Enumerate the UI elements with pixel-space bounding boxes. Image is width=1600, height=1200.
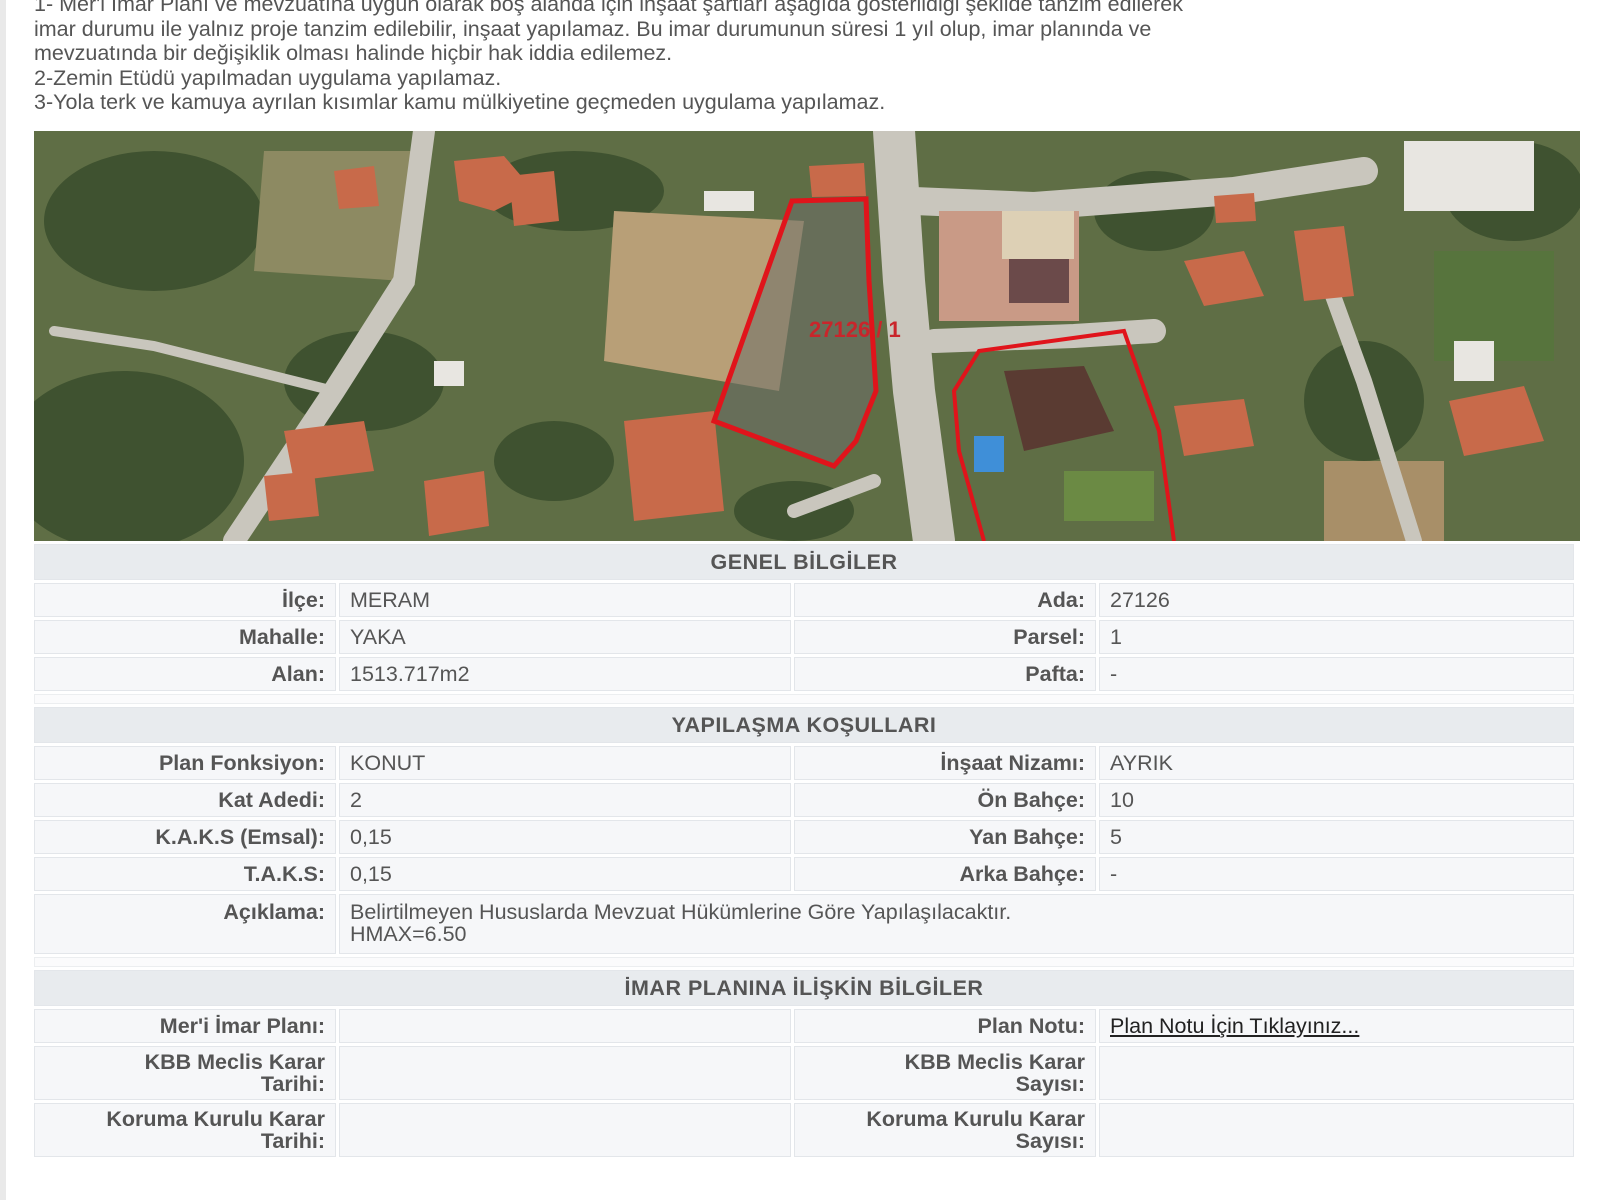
kbb-meclis-karar-tarihi-value (339, 1046, 791, 1100)
section-divider (34, 957, 1574, 967)
plan-fonksiyon-label: Plan Fonksiyon: (34, 746, 336, 780)
parsel-label: Parsel: (794, 620, 1096, 654)
koruma-kurulu-karar-tarihi-label: Koruma Kurulu Karar Tarihi: (34, 1103, 336, 1157)
table-row: Alan: 1513.717m2 Pafta: - (34, 657, 1574, 691)
section-title-genel: GENEL BİLGİLER (34, 544, 1574, 580)
label-line: Koruma Kurulu Karar (866, 1107, 1085, 1131)
playground (939, 211, 1079, 321)
koruma-kurulu-karar-sayisi-value (1099, 1103, 1574, 1157)
meri-imar-plani-value (339, 1009, 791, 1043)
table-row: Koruma Kurulu Karar Tarihi: Koruma Kurulu… (34, 1103, 1574, 1157)
table-row: Açıklama: Belirtilmeyen Hususlarda Mevzu… (34, 894, 1574, 954)
table-row: Kat Adedi: 2 Ön Bahçe: 10 (34, 783, 1574, 817)
section-title-imar: İMAR PLANINA İLİŞKİN BİLGİLER (34, 970, 1574, 1006)
imar-info-panel: GENEL BİLGİLER İlçe: MERAM Ada: 27126 Ma… (34, 541, 1580, 1160)
table-row: Mer'i İmar Planı: Plan Notu: Plan Notu İ… (34, 1009, 1574, 1043)
alan-value: 1513.717m2 (339, 657, 791, 691)
alan-label: Alan: (34, 657, 336, 691)
mahalle-label: Mahalle: (34, 620, 336, 654)
arka-bahce-value: - (1099, 857, 1574, 891)
section-divider (34, 694, 1574, 704)
kbb-meclis-karar-sayisi-label: KBB Meclis Karar Sayısı: (794, 1046, 1096, 1100)
label-line: Sayısı: (1015, 1072, 1085, 1096)
ada-label: Ada: (794, 583, 1096, 617)
ilce-value: MERAM (339, 583, 791, 617)
ilce-label: İlçe: (34, 583, 336, 617)
label-line: KBB Meclis Karar (904, 1050, 1085, 1074)
note-line-4: 2-Zemin Etüdü yapılmadan uygulama yapıla… (34, 65, 502, 90)
on-bahce-value: 10 (1099, 783, 1574, 817)
koruma-kurulu-karar-sayisi-label: Koruma Kurulu Karar Sayısı: (794, 1103, 1096, 1157)
taks-label: T.A.K.S: (34, 857, 336, 891)
pafta-value: - (1099, 657, 1574, 691)
aciklama-line-2: HMAX=6.50 (350, 922, 467, 946)
label-line: Koruma Kurulu Karar (106, 1107, 325, 1131)
plan-notu-label: Plan Notu: (794, 1009, 1096, 1043)
parsel-value: 1 (1099, 620, 1574, 654)
label-line: Tarihi: (260, 1129, 325, 1153)
satellite-map[interactable]: 27126 / 1 (34, 131, 1580, 541)
table-row: Plan Fonksiyon: KONUT İnşaat Nizamı: AYR… (34, 746, 1574, 780)
map-canvas: 27126 / 1 (34, 131, 1580, 541)
plan-notu-link[interactable]: Plan Notu İçin Tıklayınız... (1110, 1014, 1359, 1038)
pafta-label: Pafta: (794, 657, 1096, 691)
kaks-label: K.A.K.S (Emsal): (34, 820, 336, 854)
taks-value: 0,15 (339, 857, 791, 891)
table-row: KBB Meclis Karar Tarihi: KBB Meclis Karar… (34, 1046, 1574, 1100)
label-line: KBB Meclis Karar (144, 1050, 325, 1074)
yan-bahce-label: Yan Bahçe: (794, 820, 1096, 854)
mahalle-value: YAKA (339, 620, 791, 654)
table-row: T.A.K.S: 0,15 Arka Bahçe: - (34, 857, 1574, 891)
parcel-label: 27126 / 1 (809, 317, 901, 342)
kbb-meclis-karar-tarihi-label: KBB Meclis Karar Tarihi: (34, 1046, 336, 1100)
ada-value: 27126 (1099, 583, 1574, 617)
insaat-nizami-label: İnşaat Nizamı: (794, 746, 1096, 780)
kat-adedi-value: 2 (339, 783, 791, 817)
label-line: Sayısı: (1015, 1129, 1085, 1153)
plan-notu-cell: Plan Notu İçin Tıklayınız... (1099, 1009, 1574, 1043)
aciklama-line-1: Belirtilmeyen Hususlarda Mevzuat Hükümle… (350, 900, 1012, 924)
info-table: GENEL BİLGİLER İlçe: MERAM Ada: 27126 Ma… (31, 541, 1577, 1160)
note-line-2: imar durumu ile yalnız proje tanzim edil… (34, 16, 1152, 41)
imar-notes: 1- Mer'i İmar Planı ve mevzuatına uygun … (34, 0, 1564, 115)
kbb-meclis-karar-sayisi-value (1099, 1046, 1574, 1100)
arka-bahce-label: Arka Bahçe: (794, 857, 1096, 891)
section-title-yapilasma: YAPILAŞMA KOŞULLARI (34, 707, 1574, 743)
meri-imar-plani-label: Mer'i İmar Planı: (34, 1009, 336, 1043)
on-bahce-label: Ön Bahçe: (794, 783, 1096, 817)
note-line-5: 3-Yola terk ve kamuya ayrılan kısımlar k… (34, 90, 886, 114)
aciklama-value: Belirtilmeyen Hususlarda Mevzuat Hükümle… (339, 894, 1574, 954)
aciklama-label: Açıklama: (34, 894, 336, 954)
label-line: Tarihi: (260, 1072, 325, 1096)
table-row: Mahalle: YAKA Parsel: 1 (34, 620, 1574, 654)
table-row: İlçe: MERAM Ada: 27126 (34, 583, 1574, 617)
kat-adedi-label: Kat Adedi: (34, 783, 336, 817)
plan-fonksiyon-value: KONUT (339, 746, 791, 780)
koruma-kurulu-karar-tarihi-value (339, 1103, 791, 1157)
note-line-3: mevzuatında bir değişiklik olması halind… (34, 41, 673, 65)
note-line-1: 1- Mer'i İmar Planı ve mevzuatına uygun … (34, 0, 1183, 16)
table-row: K.A.K.S (Emsal): 0,15 Yan Bahçe: 5 (34, 820, 1574, 854)
yan-bahce-value: 5 (1099, 820, 1574, 854)
page-left-border (0, 0, 6, 1200)
insaat-nizami-value: AYRIK (1099, 746, 1574, 780)
kaks-value: 0,15 (339, 820, 791, 854)
